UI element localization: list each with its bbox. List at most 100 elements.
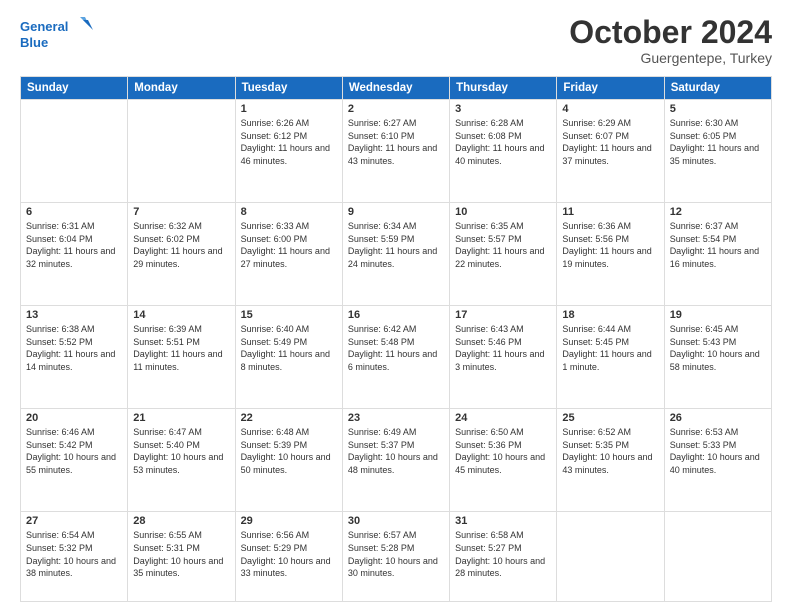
day-number: 15: [241, 309, 337, 321]
day-info: Sunrise: 6:40 AMSunset: 5:49 PMDaylight:…: [241, 324, 330, 372]
day-number: 11: [562, 206, 658, 218]
day-info: Sunrise: 6:32 AMSunset: 6:02 PMDaylight:…: [133, 221, 222, 269]
table-row: 31 Sunrise: 6:58 AMSunset: 5:27 PMDaylig…: [450, 512, 557, 602]
table-row: 18 Sunrise: 6:44 AMSunset: 5:45 PMDaylig…: [557, 306, 664, 409]
day-number: 28: [133, 515, 229, 527]
table-row: 16 Sunrise: 6:42 AMSunset: 5:48 PMDaylig…: [342, 306, 449, 409]
svg-text:General: General: [20, 19, 68, 34]
table-row: 17 Sunrise: 6:43 AMSunset: 5:46 PMDaylig…: [450, 306, 557, 409]
day-info: Sunrise: 6:44 AMSunset: 5:45 PMDaylight:…: [562, 324, 651, 372]
day-number: 7: [133, 206, 229, 218]
day-number: 18: [562, 309, 658, 321]
day-info: Sunrise: 6:39 AMSunset: 5:51 PMDaylight:…: [133, 324, 222, 372]
day-info: Sunrise: 6:52 AMSunset: 5:35 PMDaylight:…: [562, 427, 652, 475]
calendar-table: Sunday Monday Tuesday Wednesday Thursday…: [20, 76, 772, 602]
table-row: 11 Sunrise: 6:36 AMSunset: 5:56 PMDaylig…: [557, 203, 664, 306]
day-info: Sunrise: 6:58 AMSunset: 5:27 PMDaylight:…: [455, 530, 545, 578]
day-number: 9: [348, 206, 444, 218]
svg-text:Blue: Blue: [20, 35, 48, 50]
day-number: 23: [348, 412, 444, 424]
table-row: 26 Sunrise: 6:53 AMSunset: 5:33 PMDaylig…: [664, 409, 771, 512]
table-row: [21, 100, 128, 203]
day-number: 26: [670, 412, 766, 424]
logo: General Blue: [20, 15, 100, 55]
location: Guergentepe, Turkey: [569, 50, 772, 66]
day-info: Sunrise: 6:38 AMSunset: 5:52 PMDaylight:…: [26, 324, 115, 372]
month-title: October 2024: [569, 15, 772, 50]
table-row: [128, 100, 235, 203]
table-row: 1 Sunrise: 6:26 AMSunset: 6:12 PMDayligh…: [235, 100, 342, 203]
table-row: 27 Sunrise: 6:54 AMSunset: 5:32 PMDaylig…: [21, 512, 128, 602]
table-row: 30 Sunrise: 6:57 AMSunset: 5:28 PMDaylig…: [342, 512, 449, 602]
day-number: 16: [348, 309, 444, 321]
table-row: 6 Sunrise: 6:31 AMSunset: 6:04 PMDayligh…: [21, 203, 128, 306]
table-row: 21 Sunrise: 6:47 AMSunset: 5:40 PMDaylig…: [128, 409, 235, 512]
day-number: 20: [26, 412, 122, 424]
day-number: 17: [455, 309, 551, 321]
day-number: 29: [241, 515, 337, 527]
day-info: Sunrise: 6:33 AMSunset: 6:00 PMDaylight:…: [241, 221, 330, 269]
day-number: 14: [133, 309, 229, 321]
header: General Blue October 2024 Guergentepe, T…: [20, 15, 772, 66]
logo-svg: General Blue: [20, 15, 100, 55]
day-info: Sunrise: 6:46 AMSunset: 5:42 PMDaylight:…: [26, 427, 116, 475]
day-info: Sunrise: 6:29 AMSunset: 6:07 PMDaylight:…: [562, 118, 651, 166]
day-info: Sunrise: 6:42 AMSunset: 5:48 PMDaylight:…: [348, 324, 437, 372]
table-row: 23 Sunrise: 6:49 AMSunset: 5:37 PMDaylig…: [342, 409, 449, 512]
day-number: 30: [348, 515, 444, 527]
day-info: Sunrise: 6:34 AMSunset: 5:59 PMDaylight:…: [348, 221, 437, 269]
col-monday: Monday: [128, 77, 235, 100]
table-row: [664, 512, 771, 602]
day-info: Sunrise: 6:37 AMSunset: 5:54 PMDaylight:…: [670, 221, 759, 269]
day-info: Sunrise: 6:43 AMSunset: 5:46 PMDaylight:…: [455, 324, 544, 372]
table-row: 14 Sunrise: 6:39 AMSunset: 5:51 PMDaylig…: [128, 306, 235, 409]
day-number: 8: [241, 206, 337, 218]
table-row: 25 Sunrise: 6:52 AMSunset: 5:35 PMDaylig…: [557, 409, 664, 512]
table-row: 10 Sunrise: 6:35 AMSunset: 5:57 PMDaylig…: [450, 203, 557, 306]
page: General Blue October 2024 Guergentepe, T…: [0, 0, 792, 612]
calendar-header-row: Sunday Monday Tuesday Wednesday Thursday…: [21, 77, 772, 100]
table-row: 9 Sunrise: 6:34 AMSunset: 5:59 PMDayligh…: [342, 203, 449, 306]
table-row: 7 Sunrise: 6:32 AMSunset: 6:02 PMDayligh…: [128, 203, 235, 306]
table-row: 24 Sunrise: 6:50 AMSunset: 5:36 PMDaylig…: [450, 409, 557, 512]
day-number: 12: [670, 206, 766, 218]
day-info: Sunrise: 6:57 AMSunset: 5:28 PMDaylight:…: [348, 530, 438, 578]
day-info: Sunrise: 6:31 AMSunset: 6:04 PMDaylight:…: [26, 221, 115, 269]
day-info: Sunrise: 6:30 AMSunset: 6:05 PMDaylight:…: [670, 118, 759, 166]
title-section: October 2024 Guergentepe, Turkey: [569, 15, 772, 66]
day-info: Sunrise: 6:35 AMSunset: 5:57 PMDaylight:…: [455, 221, 544, 269]
day-info: Sunrise: 6:50 AMSunset: 5:36 PMDaylight:…: [455, 427, 545, 475]
table-row: 2 Sunrise: 6:27 AMSunset: 6:10 PMDayligh…: [342, 100, 449, 203]
day-info: Sunrise: 6:48 AMSunset: 5:39 PMDaylight:…: [241, 427, 331, 475]
table-row: 4 Sunrise: 6:29 AMSunset: 6:07 PMDayligh…: [557, 100, 664, 203]
day-number: 27: [26, 515, 122, 527]
day-info: Sunrise: 6:49 AMSunset: 5:37 PMDaylight:…: [348, 427, 438, 475]
table-row: 13 Sunrise: 6:38 AMSunset: 5:52 PMDaylig…: [21, 306, 128, 409]
table-row: 19 Sunrise: 6:45 AMSunset: 5:43 PMDaylig…: [664, 306, 771, 409]
day-info: Sunrise: 6:26 AMSunset: 6:12 PMDaylight:…: [241, 118, 330, 166]
day-info: Sunrise: 6:47 AMSunset: 5:40 PMDaylight:…: [133, 427, 223, 475]
day-number: 22: [241, 412, 337, 424]
day-number: 19: [670, 309, 766, 321]
table-row: 28 Sunrise: 6:55 AMSunset: 5:31 PMDaylig…: [128, 512, 235, 602]
day-number: 5: [670, 103, 766, 115]
day-number: 6: [26, 206, 122, 218]
day-info: Sunrise: 6:55 AMSunset: 5:31 PMDaylight:…: [133, 530, 223, 578]
day-number: 3: [455, 103, 551, 115]
day-number: 10: [455, 206, 551, 218]
day-info: Sunrise: 6:56 AMSunset: 5:29 PMDaylight:…: [241, 530, 331, 578]
table-row: 3 Sunrise: 6:28 AMSunset: 6:08 PMDayligh…: [450, 100, 557, 203]
table-row: 22 Sunrise: 6:48 AMSunset: 5:39 PMDaylig…: [235, 409, 342, 512]
day-number: 24: [455, 412, 551, 424]
table-row: [557, 512, 664, 602]
day-info: Sunrise: 6:45 AMSunset: 5:43 PMDaylight:…: [670, 324, 760, 372]
table-row: 8 Sunrise: 6:33 AMSunset: 6:00 PMDayligh…: [235, 203, 342, 306]
table-row: 15 Sunrise: 6:40 AMSunset: 5:49 PMDaylig…: [235, 306, 342, 409]
day-number: 2: [348, 103, 444, 115]
table-row: 20 Sunrise: 6:46 AMSunset: 5:42 PMDaylig…: [21, 409, 128, 512]
day-info: Sunrise: 6:54 AMSunset: 5:32 PMDaylight:…: [26, 530, 116, 578]
day-number: 21: [133, 412, 229, 424]
table-row: 5 Sunrise: 6:30 AMSunset: 6:05 PMDayligh…: [664, 100, 771, 203]
day-info: Sunrise: 6:53 AMSunset: 5:33 PMDaylight:…: [670, 427, 760, 475]
col-thursday: Thursday: [450, 77, 557, 100]
